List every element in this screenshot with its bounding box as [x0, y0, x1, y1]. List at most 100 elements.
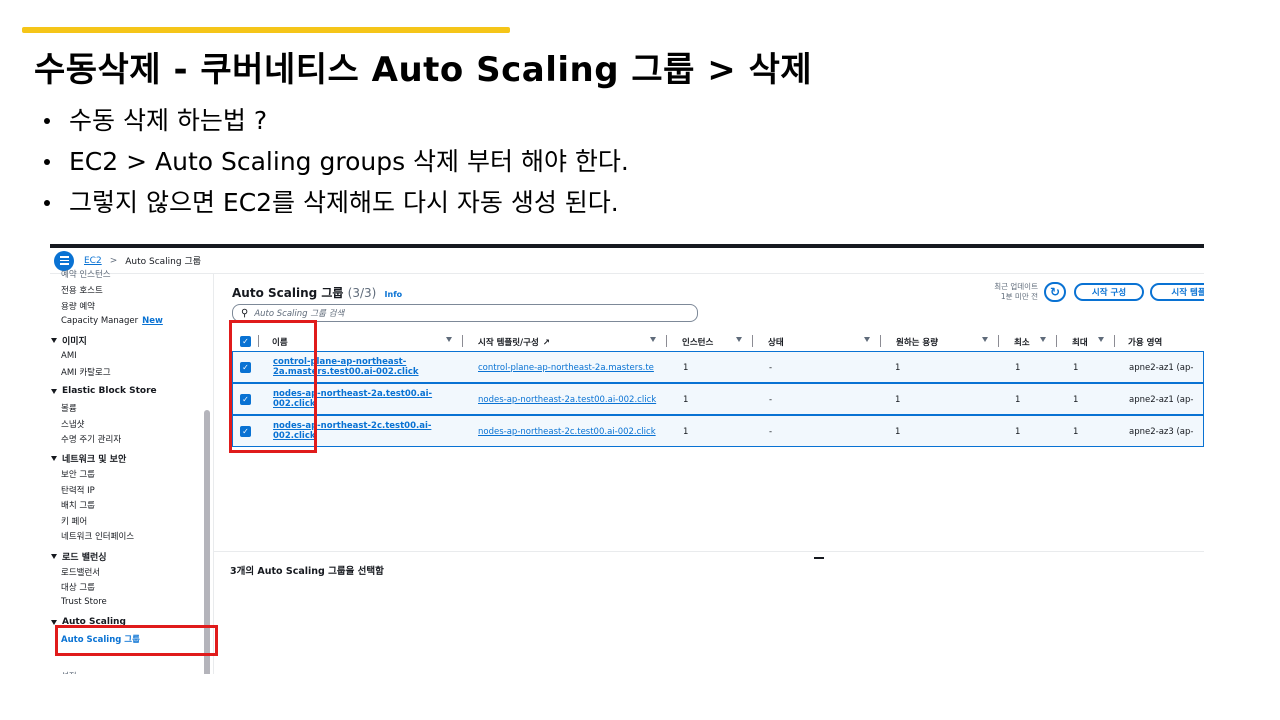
max-value: 1	[1073, 427, 1079, 437]
sort-icon[interactable]	[736, 337, 742, 342]
launch-template-link[interactable]: nodes-ap-northeast-2c.test00.ai-002.clic…	[478, 427, 668, 437]
desired-capacity-value: 1	[895, 363, 901, 373]
sort-icon[interactable]	[446, 337, 452, 342]
main-panel: Auto Scaling 그룹 (3/3) Info 최근 업데이트 1분 미만…	[214, 274, 1204, 674]
split-panel-divider	[214, 551, 1204, 552]
sidebar-section-label: 네트워크 및 보안	[62, 455, 127, 465]
bullet-list: 수동 삭제 하는법 ? EC2 > Auto Scaling groups 삭제…	[40, 100, 629, 223]
bullet-item: 그렇지 않으면 EC2를 삭제해도 다시 자동 생성 된다.	[40, 182, 629, 223]
bullet-dot-icon	[44, 117, 50, 124]
sort-icon[interactable]	[1040, 337, 1046, 342]
sidebar-item-volumes[interactable]: 볼륨	[61, 402, 77, 414]
column-header-launch-template[interactable]: 시작 템플릿/구성 ↗	[478, 336, 550, 348]
launch-template-link[interactable]: control-plane-ap-northeast-2a.masters.te	[478, 363, 668, 373]
launch-template-link[interactable]: nodes-ap-northeast-2a.test00.ai-002.clic…	[478, 395, 668, 405]
recent-update-value: 1분 미만 전	[1000, 292, 1038, 301]
sidebar-item-label: Capacity Manager	[61, 316, 139, 326]
recent-update: 최근 업데이트 1분 미만 전	[958, 282, 1038, 302]
table-row[interactable]: ✓ nodes-ap-northeast-2c.test00.ai- 002.cl…	[232, 415, 1204, 447]
recent-update-label: 최근 업데이트	[994, 282, 1038, 291]
sidebar-item-placement-groups[interactable]: 배치 그룹	[61, 499, 95, 511]
sidebar-item-ami[interactable]: AMI	[61, 351, 77, 361]
slide-title: 수동삭제 - 쿠버네티스 Auto Scaling 그룹 > 삭제	[34, 50, 813, 90]
launch-configurations-button[interactable]: 시작 구성	[1074, 283, 1144, 301]
sidebar-item-security-groups[interactable]: 보안 그룹	[61, 468, 95, 480]
search-icon: ⚲	[241, 307, 249, 319]
breadcrumb-ec2-link[interactable]: EC2	[84, 256, 102, 266]
sidebar-section-network-security[interactable]: 네트워크 및 보안	[50, 452, 126, 465]
sort-icon[interactable]	[1098, 337, 1104, 342]
column-divider	[666, 335, 667, 347]
caret-down-icon	[51, 388, 57, 394]
bullet-text: 수동 삭제 하는법 ?	[69, 106, 268, 135]
caret-down-icon	[51, 619, 57, 625]
sort-icon[interactable]	[982, 337, 988, 342]
min-value: 1	[1015, 427, 1021, 437]
column-divider	[998, 335, 999, 347]
refresh-icon: ↻	[1049, 285, 1061, 299]
bullet-item: 수동 삭제 하는법 ?	[40, 100, 629, 141]
table-row[interactable]: ✓ control-plane-ap-northeast- 2a.masters.…	[232, 351, 1204, 383]
min-value: 1	[1015, 395, 1021, 405]
max-value: 1	[1073, 363, 1079, 373]
column-header-max[interactable]: 최대	[1072, 336, 1088, 348]
launch-templates-label: 시작 템플릿	[1171, 288, 1204, 298]
sidebar-item-capacity-reservations[interactable]: 용량 예약	[61, 300, 95, 312]
sidebar-item-target-groups[interactable]: 대상 그룹	[61, 581, 95, 593]
sort-icon[interactable]	[650, 337, 656, 342]
sidebar-item-lifecycle-manager[interactable]: 수명 주기 관리자	[61, 433, 121, 445]
launch-templates-button[interactable]: 시작 템플릿↗	[1150, 283, 1204, 301]
refresh-button[interactable]: ↻	[1044, 282, 1066, 302]
sidebar-item-capacity-manager[interactable]: Capacity Manager New	[61, 316, 163, 326]
selection-summary: 3개의 Auto Scaling 그룹을 선택함	[230, 566, 384, 577]
sidebar-section-images[interactable]: 이미지	[50, 334, 87, 347]
desired-capacity-value: 1	[895, 395, 901, 405]
column-divider	[752, 335, 753, 347]
panel-title: Auto Scaling 그룹 (3/3) Info	[232, 284, 402, 301]
sidebar-item-key-pairs[interactable]: 키 페어	[61, 515, 87, 527]
sidebar-item-network-interfaces[interactable]: 네트워크 인터페이스	[61, 530, 134, 542]
split-panel-handle[interactable]	[814, 557, 824, 559]
instances-value: 1	[683, 427, 689, 437]
bullet-item: EC2 > Auto Scaling groups 삭제 부터 해야 한다.	[40, 141, 629, 182]
new-badge: New	[142, 316, 163, 326]
column-divider	[462, 335, 463, 347]
column-header-status[interactable]: 상태	[768, 336, 784, 348]
breadcrumb-separator: >	[109, 255, 118, 266]
column-header-label: 시작 템플릿/구성	[478, 338, 539, 348]
sidebar-item-trust-stores[interactable]: Trust Store	[61, 597, 107, 607]
desired-capacity-value: 1	[895, 427, 901, 437]
sidebar-item-ami-catalog[interactable]: AMI 카탈로그	[61, 366, 111, 378]
table-row[interactable]: ✓ nodes-ap-northeast-2a.test00.ai- 002.cl…	[232, 383, 1204, 415]
sort-icon[interactable]	[864, 337, 870, 342]
column-header-min[interactable]: 최소	[1014, 336, 1030, 348]
column-header-desired-capacity[interactable]: 원하는 용량	[896, 336, 938, 348]
column-header-instances[interactable]: 인스턴스	[682, 336, 713, 348]
sidebar-item-dedicated-hosts[interactable]: 전용 호스트	[61, 284, 103, 296]
status-value: -	[769, 363, 773, 373]
sidebar-item-reserved-instances[interactable]: 예약 인스턴스	[61, 268, 111, 280]
sidebar-item-load-balancers[interactable]: 로드밸런서	[61, 566, 100, 578]
availability-zone-value: apne2-az1 (ap-	[1129, 363, 1194, 373]
console-screenshot: EC2 > Auto Scaling 그룹 예약 인스턴스 전용 호스트 용량 …	[50, 244, 1204, 674]
status-value: -	[769, 427, 773, 437]
sidebar-item-settings[interactable]: 설정	[61, 670, 77, 674]
sidebar-item-elastic-ips[interactable]: 탄력적 IP	[61, 484, 95, 496]
selection-count: (3/3)	[347, 286, 377, 300]
info-link[interactable]: Info	[385, 290, 403, 299]
sidebar-section-ebs[interactable]: Elastic Block Store	[50, 386, 157, 396]
caret-down-icon	[51, 554, 57, 559]
search-placeholder: Auto Scaling 그룹 검색	[254, 309, 345, 319]
sidebar-item-snapshots[interactable]: 스냅샷	[61, 418, 84, 430]
caret-down-icon	[51, 338, 57, 343]
min-value: 1	[1015, 363, 1021, 373]
sidebar-section-label: Elastic Block Store	[62, 386, 157, 396]
sidebar-section-load-balancing[interactable]: 로드 밸런싱	[50, 550, 107, 563]
breadcrumb-current: Auto Scaling 그룹	[125, 257, 202, 267]
column-divider	[1056, 335, 1057, 347]
column-header-availability-zones[interactable]: 가용 영역	[1128, 336, 1162, 348]
status-value: -	[769, 395, 773, 405]
title-accent-bar	[22, 27, 510, 33]
bullet-text: 그렇지 않으면 EC2를 삭제해도 다시 자동 생성 된다.	[69, 188, 619, 217]
instances-value: 1	[683, 363, 689, 373]
